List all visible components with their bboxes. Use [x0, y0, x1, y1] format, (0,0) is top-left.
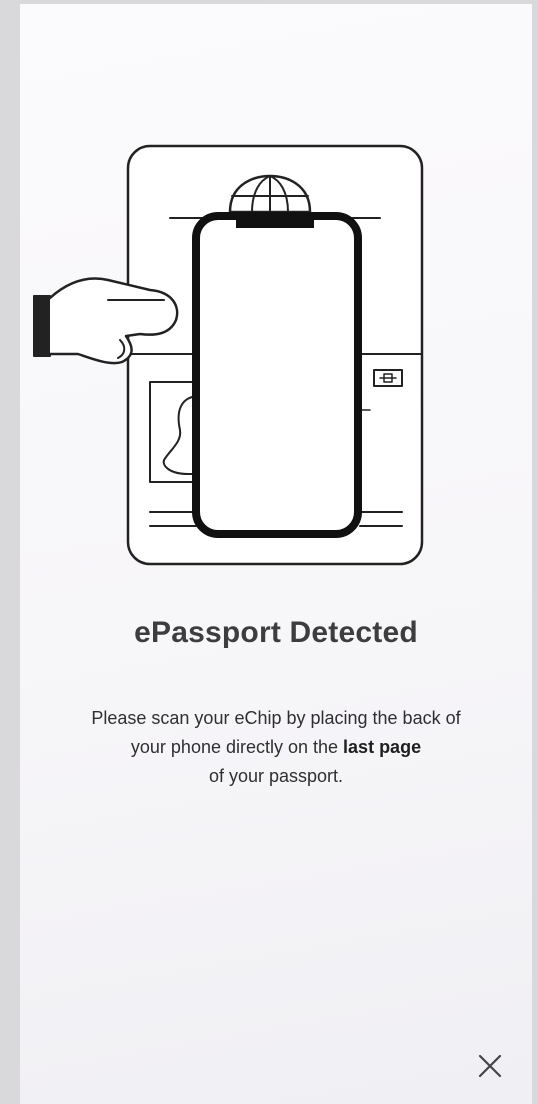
passport-scan-illustration	[33, 144, 424, 566]
close-button[interactable]	[472, 1048, 508, 1084]
instructions-line-1: Please scan your eChip by placing the ba…	[91, 708, 461, 728]
instructions-line-2-prefix: your phone directly on the	[130, 737, 344, 757]
epassport-detected-screen: ePassport Detected Please scan your eChi…	[20, 4, 532, 1104]
instructions-last-page: last page	[343, 737, 422, 757]
scan-instructions: Please scan your eChip by placing the ba…	[60, 704, 492, 791]
page-title: ePassport Detected	[134, 616, 418, 649]
close-icon	[478, 1054, 502, 1078]
instructions-line-3: of your passport.	[208, 766, 344, 786]
